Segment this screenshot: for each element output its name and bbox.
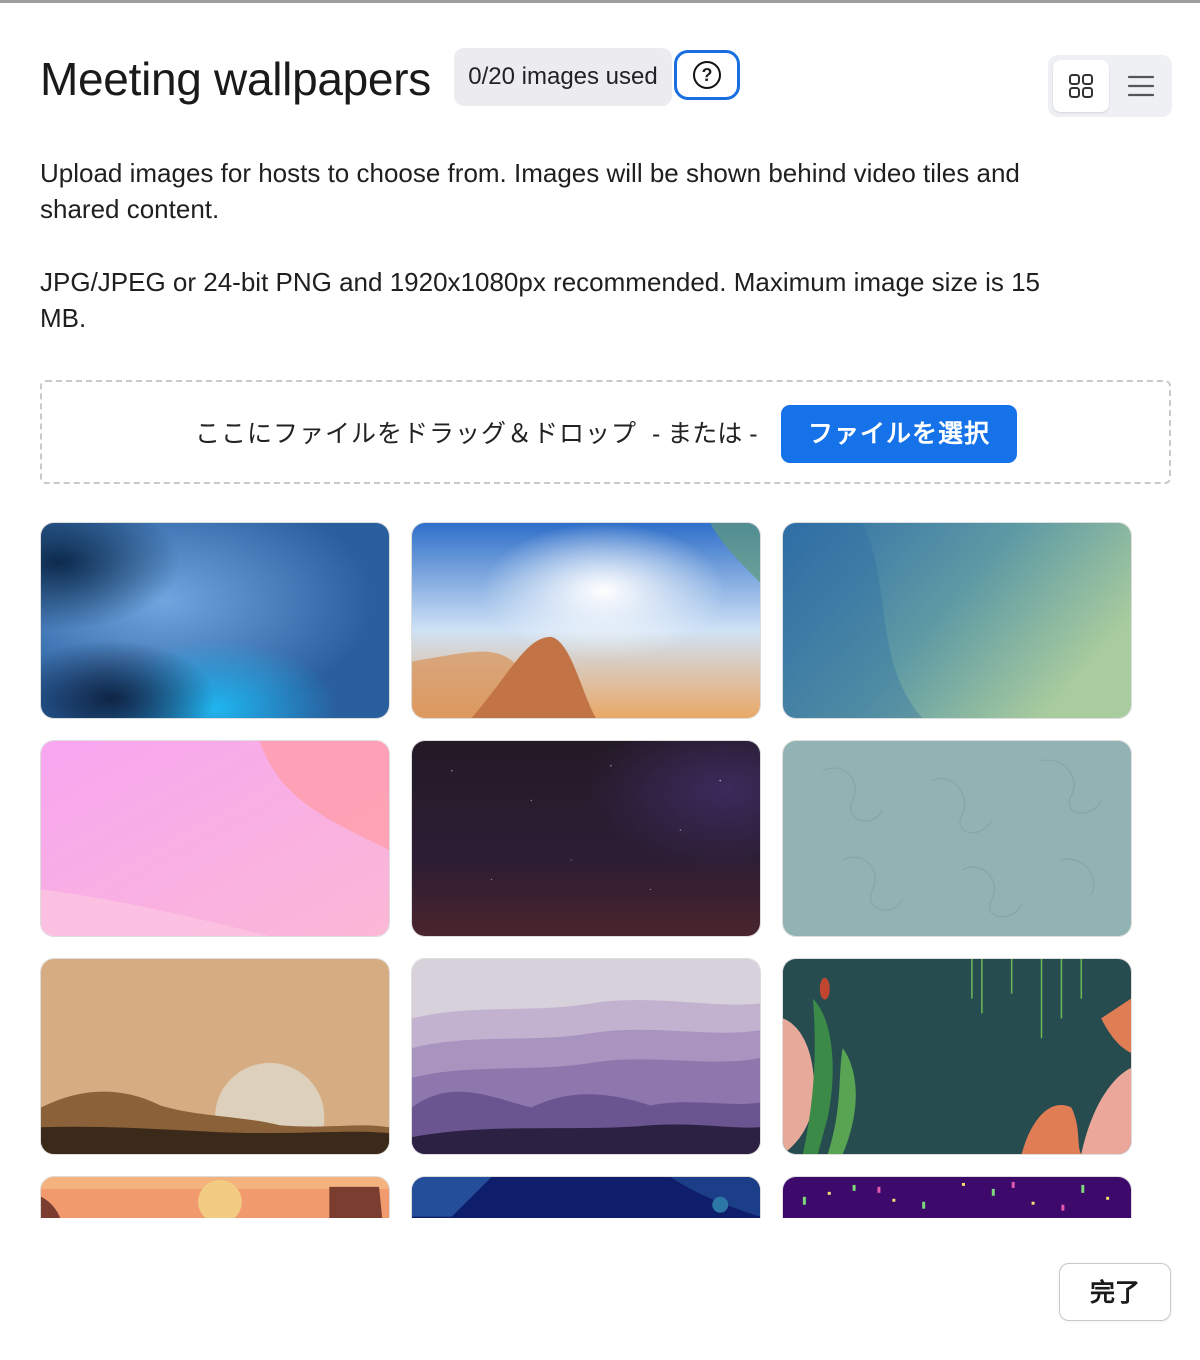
grid-view-button[interactable] [1053,60,1109,112]
wallpaper-sage-pattern[interactable] [782,740,1132,937]
page-title: Meeting wallpapers [40,53,431,105]
drop-zone-or-label: - または - [652,420,758,448]
wallpaper-grid [40,520,1171,1218]
format-requirements: JPG/JPEG or 24-bit PNG and 1920x1080px r… [40,267,1041,333]
list-view-button[interactable] [1114,60,1168,112]
wallpaper-desert-sunset[interactable] [40,958,390,1155]
help-button[interactable]: ? [674,50,740,100]
upload-description: Upload images for hosts to choose from. … [40,158,1020,224]
wallpaper-teal-green-gradient[interactable] [782,522,1132,719]
wallpaper-night-sky[interactable] [411,740,761,937]
help-icon: ? [693,61,721,89]
drop-zone-label: ここにファイルをドラッグ＆ドロップ [195,420,638,448]
list-view-icon [1127,75,1155,97]
wallpaper-jungle-frame[interactable] [782,958,1132,1155]
view-toggle [1048,55,1172,117]
window-top-border [0,0,1200,3]
wallpaper-aurora-dune[interactable] [411,522,761,719]
wallpaper-purple-confetti[interactable] [782,1176,1132,1218]
grid-view-icon [1069,74,1093,98]
wallpaper-purple-hills[interactable] [411,958,761,1155]
wallpaper-deep-sea[interactable] [411,1176,761,1218]
wallpaper-blue-abstract[interactable] [40,522,390,719]
usage-badge: 0/20 images used [454,48,672,106]
select-file-button[interactable]: ファイルを選択 [781,405,1017,463]
wallpaper-pink-gradient[interactable] [40,740,390,937]
done-button[interactable]: 完了 [1059,1263,1171,1321]
wallpaper-orange-desert[interactable] [40,1176,390,1218]
